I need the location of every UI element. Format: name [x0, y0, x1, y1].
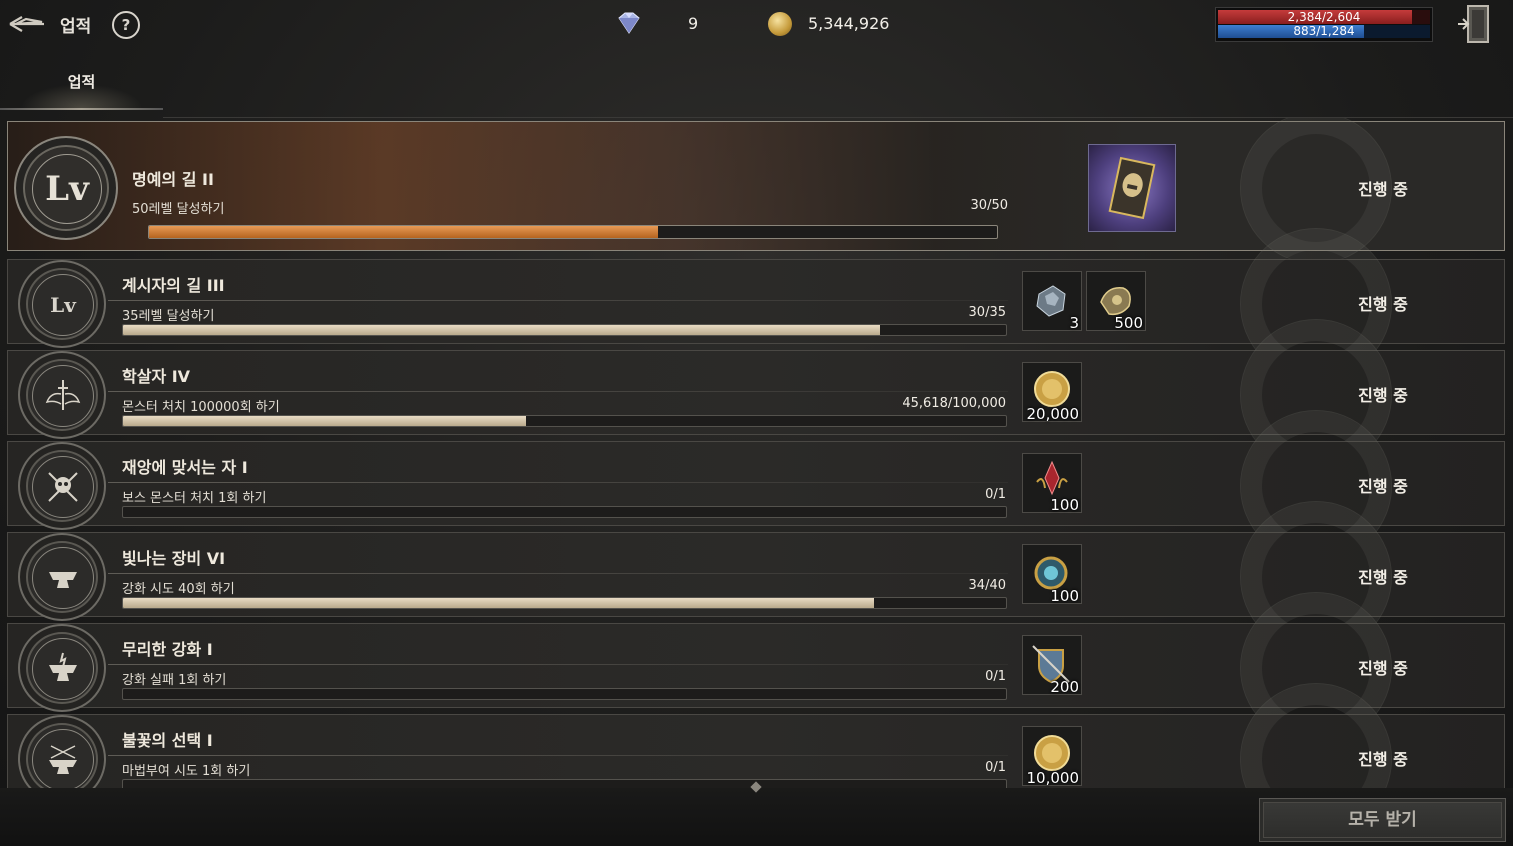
- row-rule: [108, 755, 1008, 756]
- level-badge-icon: Lv: [14, 136, 118, 240]
- list-item[interactable]: Lv 명예의 길 II 50레벨 달성하기 30/50 진행 중: [7, 118, 1505, 264]
- tab-achievements[interactable]: 업적: [0, 56, 163, 110]
- progress-bar: [148, 225, 998, 239]
- achievement-name: 학살자 IV: [122, 367, 191, 386]
- row-rule: [108, 300, 1008, 301]
- reward-qty: 100: [1050, 496, 1079, 514]
- achievement-desc: 강화 실패 1회 하기: [122, 673, 227, 688]
- achievement-progress: 0/1: [985, 487, 1006, 502]
- achievement-progress: 0/1: [985, 669, 1006, 684]
- achievement-name: 빛나는 장비 VI: [122, 549, 226, 568]
- hp-text: 2,384/2,604: [1287, 10, 1361, 24]
- top-bar: 업적 ? 9 5,344,926 2,384/2,604 883/1,284: [0, 0, 1513, 50]
- tab-label: 업적: [67, 73, 96, 91]
- reward-item[interactable]: 3: [1022, 271, 1082, 332]
- reward-qty: 500: [1114, 314, 1143, 332]
- mp-text: 883/1,284: [1293, 24, 1355, 38]
- achievement-progress: 45,618/100,000: [902, 396, 1006, 411]
- gold-coin-icon: [768, 12, 792, 36]
- broken-anvil-badge-icon: [18, 624, 106, 712]
- achievement-progress: 30/50: [970, 198, 1008, 213]
- reward-item[interactable]: 100: [1022, 453, 1082, 514]
- achievement-name: 불꽃의 선택 I: [122, 731, 213, 750]
- achievement-desc: 50레벨 달성하기: [132, 202, 225, 217]
- progress-bar: [122, 597, 1007, 609]
- status-label: 진행 중: [1358, 180, 1408, 199]
- row-rule: [108, 573, 1008, 574]
- status-label: 진행 중: [1358, 750, 1408, 769]
- diamond-icon: [615, 12, 643, 34]
- progress-bar: [122, 688, 1007, 700]
- achievement-desc: 35레벨 달성하기: [122, 309, 215, 324]
- reward-item[interactable]: 200: [1022, 635, 1082, 696]
- reward-qty: 3: [1069, 314, 1079, 332]
- gold-count: 5,344,926: [808, 14, 890, 33]
- achievement-list: Lv 명예의 길 II 50레벨 달성하기 30/50 진행 중 Lv 계시자의…: [0, 118, 1513, 788]
- reward-item[interactable]: 10,000: [1022, 726, 1082, 787]
- helmet-card-icon[interactable]: [1088, 144, 1176, 232]
- status-label: 진행 중: [1358, 659, 1408, 678]
- achievement-desc: 강화 시도 40회 하기: [122, 582, 235, 597]
- achievement-name: 계시자의 길 III: [122, 276, 225, 295]
- back-arrow-icon[interactable]: [6, 9, 46, 39]
- reward-item[interactable]: 20,000: [1022, 362, 1082, 423]
- progress-bar: [122, 779, 1007, 788]
- progress-fill: [123, 416, 526, 426]
- achievement-desc: 마법부여 시도 1회 하기: [122, 764, 251, 779]
- winged-sword-badge-icon: [18, 351, 106, 439]
- reward-qty: 100: [1050, 587, 1079, 605]
- progress-bar: [122, 324, 1007, 336]
- row-rule: [108, 664, 1008, 665]
- achievement-name: 재앙에 맞서는 자 I: [122, 458, 248, 477]
- hp-bar: 2,384/2,604: [1218, 10, 1430, 24]
- row-rule: [108, 482, 1008, 483]
- reward-item[interactable]: 100: [1022, 544, 1082, 605]
- reward-qty: 200: [1050, 678, 1079, 696]
- achievement-progress: 0/1: [985, 760, 1006, 775]
- achievement-desc: 보스 몬스터 처치 1회 하기: [122, 491, 267, 506]
- gem-count: 9: [688, 14, 699, 33]
- progress-fill: [149, 226, 658, 238]
- tab-underline: [0, 108, 163, 110]
- level-badge-icon: Lv: [18, 260, 106, 348]
- row-rule: [108, 391, 1008, 392]
- progress-fill: [123, 325, 880, 335]
- progress-fill: [123, 598, 874, 608]
- claim-all-button[interactable]: 모두 받기: [1259, 798, 1506, 842]
- achievement-progress: 34/40: [968, 578, 1006, 593]
- page-title: 업적: [60, 17, 92, 37]
- skull-crossed-swords-badge-icon: [18, 442, 106, 530]
- achievement-name: 명예의 길 II: [132, 170, 214, 189]
- reward-qty: 10,000: [1026, 769, 1080, 787]
- help-icon[interactable]: ?: [112, 11, 140, 39]
- exit-door-icon[interactable]: [1454, 3, 1494, 45]
- progress-bar: [122, 415, 1007, 427]
- status-label: 진행 중: [1358, 568, 1408, 587]
- status-label: 진행 중: [1358, 295, 1408, 314]
- status-label: 진행 중: [1358, 477, 1408, 496]
- hp-mp-bars: 2,384/2,604 883/1,284: [1215, 7, 1433, 42]
- achievement-progress: 30/35: [968, 305, 1006, 320]
- status-label: 진행 중: [1358, 386, 1408, 405]
- sparkle-anvil-badge-icon: [18, 715, 106, 788]
- achievement-desc: 몬스터 처치 100000회 하기: [122, 400, 280, 415]
- reward-qty: 20,000: [1026, 405, 1080, 423]
- mp-bar: 883/1,284: [1218, 25, 1430, 38]
- reward-item[interactable]: 500: [1086, 271, 1146, 332]
- list-item[interactable]: 불꽃의 선택 I 마법부여 시도 1회 하기 0/1 10,000 진행 중: [7, 683, 1505, 788]
- anvil-badge-icon: [18, 533, 106, 621]
- achievement-name: 무리한 강화 I: [122, 640, 213, 659]
- progress-bar: [122, 506, 1007, 518]
